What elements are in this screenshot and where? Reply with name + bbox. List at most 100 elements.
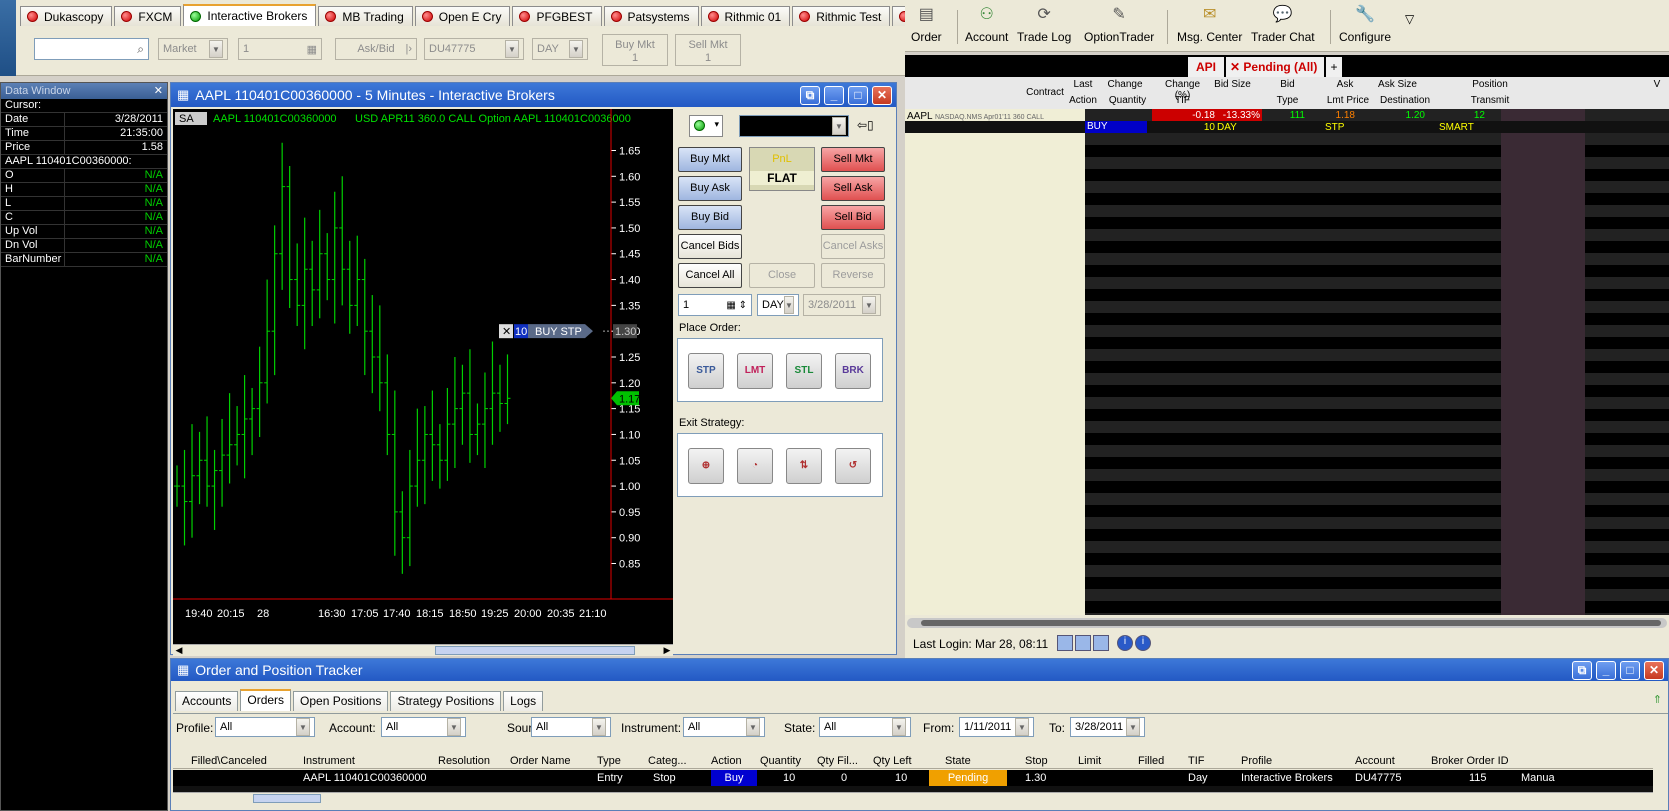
instrument-filter[interactable]: All ▼: [683, 717, 765, 737]
exit-trailing-icon[interactable]: ◔: [737, 448, 773, 484]
close-button[interactable]: ✕: [872, 85, 892, 105]
broker-tab-interactive-brokers[interactable]: Interactive Brokers: [183, 4, 317, 26]
close-position-button[interactable]: Close: [749, 263, 815, 288]
minimize-button[interactable]: _: [824, 85, 844, 105]
orders-column-header[interactable]: Qty Left: [873, 755, 912, 767]
quote-column-header[interactable]: Last: [1063, 79, 1103, 90]
broker-tab-pfgbest[interactable]: PFGBEST: [512, 6, 602, 26]
quote-column-header[interactable]: V: [1645, 79, 1669, 90]
orders-column-header[interactable]: Qty Fil...: [817, 755, 858, 767]
tracker-tab-strategy-positions[interactable]: Strategy Positions: [390, 691, 502, 711]
exit-bracket-icon[interactable]: ⇅: [786, 448, 822, 484]
order-dest-cell[interactable]: SMART: [1439, 122, 1474, 133]
maximize-button[interactable]: □: [1620, 660, 1640, 680]
api-tab[interactable]: API: [1188, 57, 1224, 77]
order-action-cell[interactable]: BUY: [1085, 121, 1147, 133]
orders-column-header[interactable]: Instrument: [303, 755, 355, 767]
cancel-bids-button[interactable]: Cancel Bids: [678, 234, 742, 259]
quote-column-header[interactable]: Destination: [1375, 95, 1435, 106]
broker-tab-open-e-cry[interactable]: Open E Cry: [414, 6, 511, 26]
quote-column-header[interactable]: Bid: [1265, 79, 1310, 90]
msg-center-toolbar-button[interactable]: ✉ Msg. Center: [1177, 4, 1242, 44]
cancel-all-button[interactable]: Cancel All: [678, 263, 742, 288]
quantity-field[interactable]: 1 ▦: [238, 38, 322, 60]
scroll-thumb[interactable]: [435, 646, 635, 655]
scroll-right-icon[interactable]: ▶: [661, 645, 673, 656]
exit-target-icon[interactable]: ↺: [835, 448, 871, 484]
chart-date-field[interactable]: 3/28/2011 ▼: [803, 294, 881, 316]
buy-ask-button[interactable]: Buy Ask: [678, 176, 742, 201]
scroll-left-icon[interactable]: ◀: [173, 645, 185, 656]
quote-column-header[interactable]: Position: [1455, 79, 1525, 90]
buy-bid-button[interactable]: Buy Bid: [678, 205, 742, 230]
quote-column-header[interactable]: Quantity: [1105, 95, 1150, 106]
pending-tab[interactable]: ✕ Pending (All): [1226, 57, 1324, 77]
buy-mkt-chart-button[interactable]: Buy Mkt: [678, 147, 742, 172]
chart-tif-select[interactable]: DAY ▼: [757, 294, 799, 316]
lmt-order-icon[interactable]: LMT: [737, 353, 773, 389]
broker-tab-rithmic-01[interactable]: Rithmic 01: [700, 6, 791, 26]
calculator-icon[interactable]: ▦: [307, 43, 317, 56]
order-tif-cell[interactable]: DAY: [1217, 122, 1237, 133]
source-filter[interactable]: All ▼: [531, 717, 611, 737]
tracker-tab-accounts[interactable]: Accounts: [175, 691, 239, 711]
orders-column-header[interactable]: Broker Order ID: [1431, 755, 1509, 767]
orders-column-header[interactable]: TIF: [1188, 755, 1205, 767]
quote-column-header[interactable]: Type: [1265, 95, 1310, 106]
quote-column-header[interactable]: Ask Size: [1375, 79, 1420, 90]
orders-column-header[interactable]: Stop: [1025, 755, 1048, 767]
account-filter[interactable]: All ▼: [381, 717, 466, 737]
brk-order-icon[interactable]: BRK: [835, 353, 871, 389]
info-icon[interactable]: i: [1117, 635, 1133, 651]
orders-column-header[interactable]: Action: [711, 755, 742, 767]
toolbar-overflow-icon[interactable]: ▽: [1405, 12, 1414, 26]
layout-icon[interactable]: [1057, 635, 1073, 651]
trade-log-toolbar-button[interactable]: ⟳ Trade Log: [1017, 4, 1071, 44]
optiontrader-toolbar-button[interactable]: ✎ OptionTrader: [1084, 4, 1154, 44]
expand-icon[interactable]: ⇑: [1653, 693, 1662, 706]
profile-filter[interactable]: All ▼: [215, 717, 315, 737]
cancel-asks-button[interactable]: Cancel Asks: [821, 234, 885, 259]
account-toolbar-button[interactable]: ⚇ Account: [965, 4, 1008, 44]
tracker-tab-orders[interactable]: Orders: [240, 689, 292, 711]
broker-tab-patsystems[interactable]: Patsystems: [603, 6, 699, 26]
account-select[interactable]: DU47775 ▼: [424, 38, 524, 60]
quote-column-header[interactable]: TIF: [1160, 95, 1205, 106]
connection-status-toggle[interactable]: ▾: [689, 115, 723, 137]
state-filter[interactable]: All ▼: [819, 717, 911, 737]
quote-column-header[interactable]: Ask: [1325, 79, 1365, 90]
broker-tab-fxcm[interactable]: FXCM: [114, 6, 182, 26]
to-filter[interactable]: 3/28/2011 ▼: [1070, 717, 1145, 737]
chart-scrollbar[interactable]: ◀ ▶: [173, 644, 673, 656]
sell-ask-button[interactable]: Sell Ask: [821, 176, 885, 201]
chart-quantity-field[interactable]: 1 ▦ ⇕: [678, 294, 752, 316]
orders-column-header[interactable]: State: [945, 755, 971, 767]
orders-table-row[interactable]: AAPL 110401C00360000 Entry Stop Buy 10 0 10 Pen…: [173, 770, 1653, 786]
orders-column-header[interactable]: Resolution: [438, 755, 490, 767]
close-button[interactable]: ✕: [1644, 660, 1664, 680]
quote-scrollbar[interactable]: [907, 618, 1667, 628]
quote-column-header[interactable]: Action: [1063, 95, 1103, 106]
orders-column-header[interactable]: Order Name: [510, 755, 571, 767]
trade-bar-grip[interactable]: [0, 0, 16, 76]
sell-mkt-chart-button[interactable]: Sell Mkt: [821, 147, 885, 172]
trader-chat-toolbar-button[interactable]: 💬 Trader Chat: [1251, 4, 1315, 44]
info-icon-2[interactable]: i: [1135, 635, 1151, 651]
stl-order-icon[interactable]: STL: [786, 353, 822, 389]
grid-icon[interactable]: [1075, 635, 1091, 651]
close-icon[interactable]: ✕: [1230, 60, 1243, 74]
order-qty-cell[interactable]: 10: [1155, 122, 1215, 133]
quote-column-header[interactable]: Change: [1105, 79, 1145, 90]
sell-bid-button[interactable]: Sell Bid: [821, 205, 885, 230]
tracker-scrollbar[interactable]: [173, 792, 1653, 804]
orders-column-header[interactable]: Filled: [1138, 755, 1164, 767]
broker-tab-mb-trading[interactable]: MB Trading: [318, 6, 413, 26]
chart-icon[interactable]: [1093, 635, 1109, 651]
exit-stop-icon[interactable]: ⊕: [688, 448, 724, 484]
quote-column-header[interactable]: Bid Size: [1210, 79, 1255, 90]
detach-panel-icon[interactable]: ⇦▯: [857, 118, 874, 132]
orders-column-header[interactable]: Categ...: [648, 755, 687, 767]
detach-button[interactable]: ⧉: [1572, 660, 1592, 680]
buy-mkt-button[interactable]: Buy Mkt 1: [602, 34, 668, 66]
from-filter[interactable]: 1/11/2011 ▼: [959, 717, 1034, 737]
